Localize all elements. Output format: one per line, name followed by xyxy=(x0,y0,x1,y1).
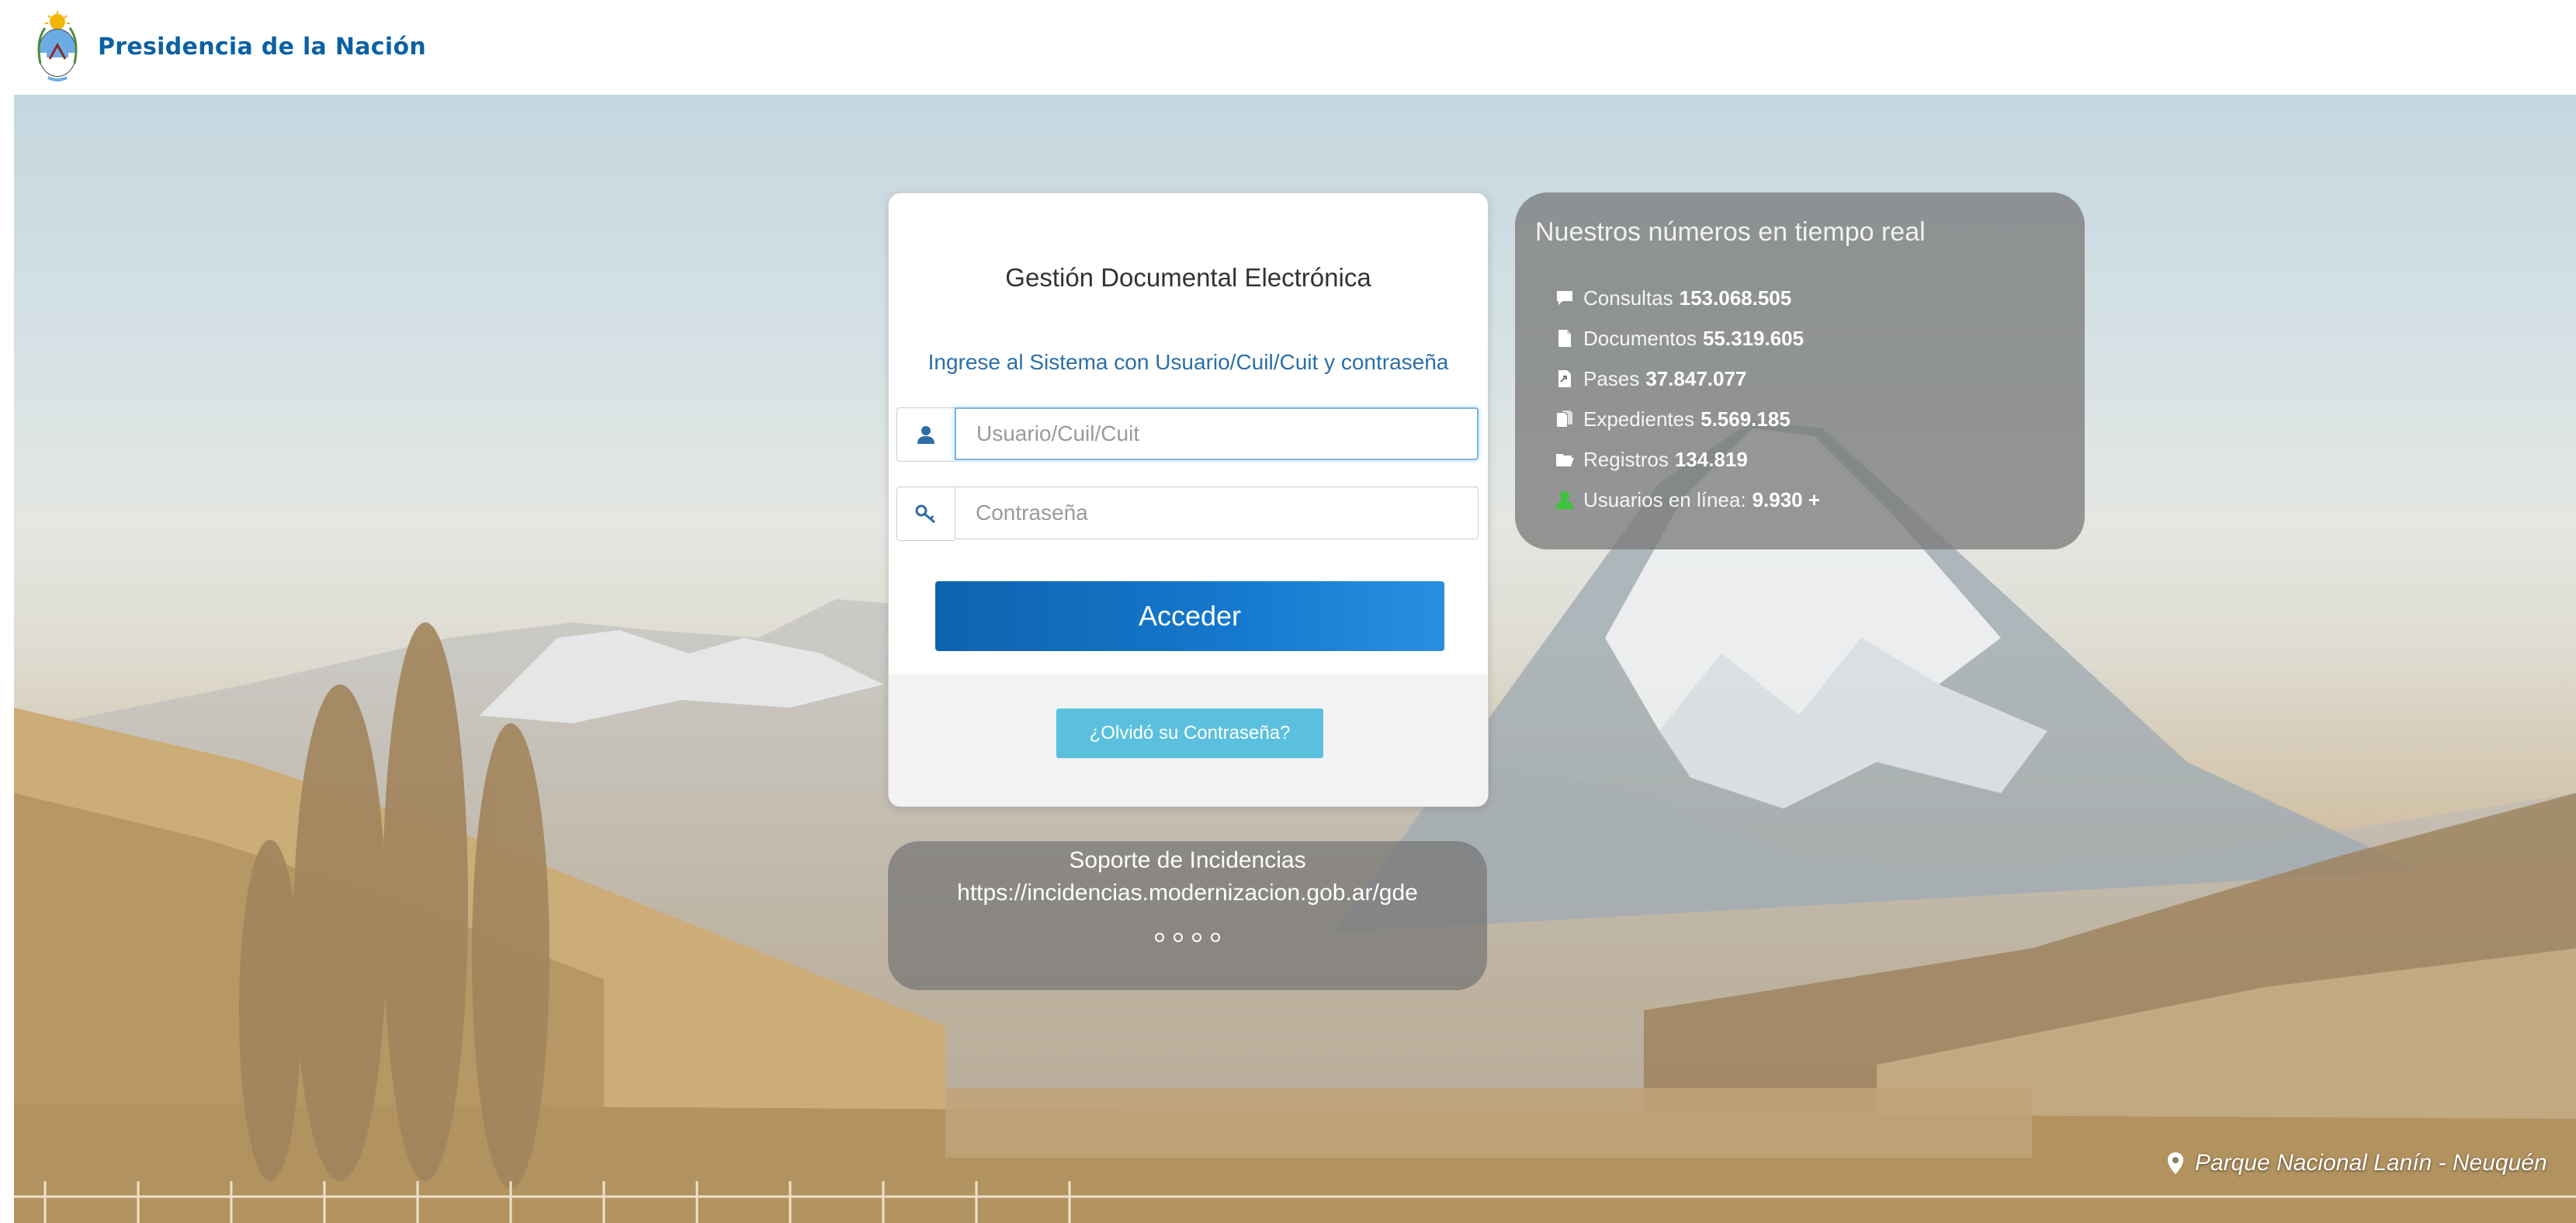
stat-value: 153.068.505 xyxy=(1679,286,1792,310)
stat-label: Documentos xyxy=(1583,326,1697,350)
support-title: Soporte de Incidencias xyxy=(1069,847,1306,873)
support-link[interactable]: https://incidencias.modernizacion.gob.ar… xyxy=(888,880,1487,906)
forgot-password-button[interactable]: ¿Olvidó su Contraseña? xyxy=(1056,709,1323,758)
argentina-coat-of-arms-icon xyxy=(37,11,78,81)
stat-registros: Registros 134.819 xyxy=(1555,439,1820,480)
carousel-dots xyxy=(888,933,1487,942)
stat-consultas: Consultas 153.068.505 xyxy=(1555,278,1820,318)
caption-text: Parque Nacional Lanín - Neuquén xyxy=(2195,1150,2547,1176)
user-online-icon xyxy=(1556,491,1573,509)
map-pin-icon xyxy=(2168,1152,2183,1174)
photo-caption: Parque Nacional Lanín - Neuquén xyxy=(2167,1150,2547,1176)
stat-pases: Pases 37.847.077 xyxy=(1555,359,1820,399)
login-button[interactable]: Acceder xyxy=(935,581,1444,651)
stat-label: Consultas xyxy=(1583,286,1673,310)
carousel-dot[interactable] xyxy=(1211,933,1220,942)
stat-value: 134.819 xyxy=(1674,447,1748,471)
login-card-footer: ¿Olvidó su Contraseña? xyxy=(889,674,1488,806)
user-icon-addon xyxy=(896,407,955,462)
stat-value: 5.569.185 xyxy=(1701,407,1791,431)
stat-documentos: Documentos 55.319.605 xyxy=(1555,318,1820,359)
carousel-dot[interactable] xyxy=(1174,933,1183,942)
stats-panel: Nuestros números en tiempo real Consulta… xyxy=(1515,192,2085,549)
files-icon xyxy=(1557,411,1572,427)
support-panel: Soporte de Incidencias https://incidenci… xyxy=(888,841,1487,990)
stat-usuarios-en-linea: Usuarios en línea: 9.930 + xyxy=(1555,480,1820,520)
login-card: Gestión Documental Electrónica Ingrese a… xyxy=(888,192,1489,807)
brand[interactable]: Presidencia de la Nación xyxy=(34,9,426,84)
login-title: Gestión Documental Electrónica xyxy=(1005,263,1371,292)
carousel-dot[interactable] xyxy=(1192,933,1201,942)
stat-label: Registros xyxy=(1583,447,1669,471)
stats-list: Consultas 153.068.505 Documentos 55.319.… xyxy=(1555,278,1820,520)
stat-value: 9.930 + xyxy=(1752,487,1821,511)
user-icon xyxy=(917,426,934,444)
folder-open-icon xyxy=(1556,454,1574,466)
password-group xyxy=(896,487,1479,541)
key-icon xyxy=(915,504,935,524)
top-bar: Presidencia de la Nación xyxy=(0,0,2576,93)
document-icon xyxy=(1558,330,1571,347)
stat-expedientes: Expedientes 5.569.185 xyxy=(1555,399,1820,439)
stat-value: 55.319.605 xyxy=(1702,326,1805,350)
stat-label: Pases xyxy=(1583,366,1640,390)
comment-icon xyxy=(1557,291,1572,305)
username-input[interactable] xyxy=(955,407,1479,460)
stats-title: Nuestros números en tiempo real xyxy=(1535,217,1926,247)
carousel-dot[interactable] xyxy=(1155,933,1164,942)
stat-value: 37.847.077 xyxy=(1645,366,1747,390)
transfer-icon xyxy=(1558,370,1571,387)
key-icon-addon xyxy=(896,487,955,541)
password-input[interactable] xyxy=(955,487,1479,539)
stat-label: Expedientes xyxy=(1583,407,1695,431)
stat-label: Usuarios en línea: xyxy=(1583,487,1746,511)
brand-name: Presidencia de la Nación xyxy=(98,33,427,61)
username-group xyxy=(896,407,1479,462)
login-subtitle: Ingrese al Sistema con Usuario/Cuil/Cuit… xyxy=(927,350,1449,374)
